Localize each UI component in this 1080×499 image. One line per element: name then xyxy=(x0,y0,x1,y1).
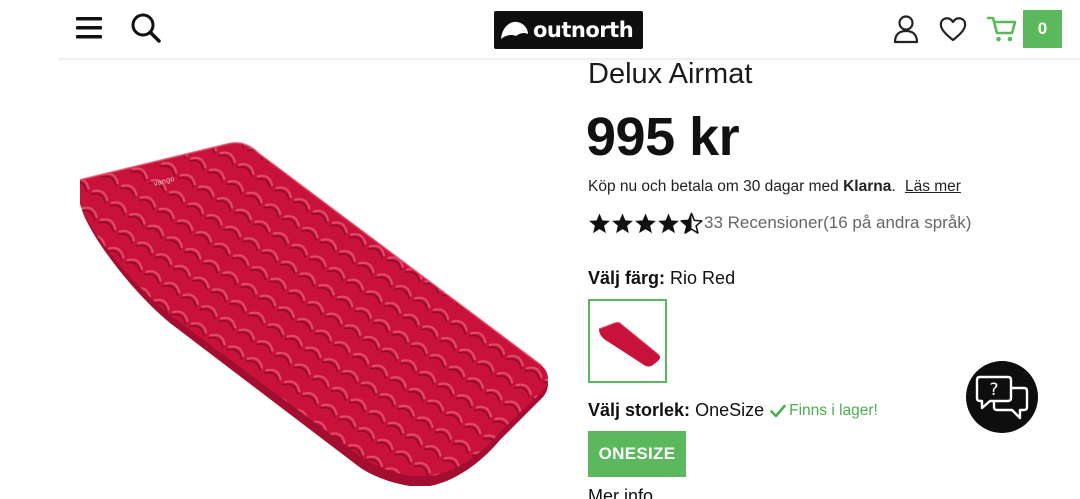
reviews-other-languages[interactable]: (16 på andra språk) xyxy=(823,213,971,233)
more-info-heading[interactable]: Mer info xyxy=(588,486,653,499)
cart-count-badge[interactable]: 0 xyxy=(1023,10,1062,48)
swatch-thumbnail xyxy=(598,322,660,367)
color-label-title: Välj färg: xyxy=(588,268,666,288)
rating-stars xyxy=(588,212,703,235)
product-rating[interactable]: 33 Recensioner (16 på andra språk) xyxy=(588,210,971,236)
star-full-icon xyxy=(635,212,656,233)
product-price: 995 kr xyxy=(586,107,740,167)
stock-text: Finns i lager! xyxy=(789,401,878,419)
star-full-icon xyxy=(658,212,679,233)
klarna-brand: Klarna xyxy=(843,178,892,195)
svg-text:?: ? xyxy=(989,380,998,400)
read-more-link[interactable]: Läs mer xyxy=(905,178,961,195)
size-selector-label: Välj storlek: OneSize Finns i lager! xyxy=(588,400,878,421)
star-half-icon xyxy=(680,212,703,234)
logo-mark-icon xyxy=(501,21,528,39)
chat-help-icon[interactable]: ? xyxy=(966,361,1038,433)
color-selector-label: Välj färg: Rio Red xyxy=(588,268,735,289)
klarna-punct: . xyxy=(891,178,896,195)
header-divider xyxy=(58,58,1080,62)
color-swatch-rio-red[interactable] xyxy=(588,299,667,383)
user-icon[interactable] xyxy=(892,14,920,44)
size-option-onesize-button[interactable]: ONESIZE xyxy=(588,431,686,477)
stock-status: Finns i lager! xyxy=(770,402,878,420)
klarna-payment-info: Köp nu och betala om 30 dagar med Klarna… xyxy=(588,178,961,196)
site-header: outnorth 0 xyxy=(0,0,1080,60)
search-icon[interactable] xyxy=(130,12,162,44)
checkmark-icon xyxy=(770,404,786,417)
klarna-text: Köp nu och betala om 30 dagar med xyxy=(588,178,839,195)
size-label-title: Välj storlek: xyxy=(588,400,691,420)
logo-text: outnorth xyxy=(533,18,634,42)
selected-size-value: OneSize xyxy=(695,400,765,420)
product-title: Delux Airmat xyxy=(588,58,753,90)
cart-icon[interactable] xyxy=(986,14,1018,44)
heart-icon[interactable] xyxy=(938,15,968,43)
outnorth-logo[interactable]: outnorth xyxy=(494,11,643,49)
selected-color-value: Rio Red xyxy=(670,268,736,288)
reviews-count-link[interactable]: 33 Recensioner xyxy=(704,213,823,233)
product-image[interactable]: vango xyxy=(70,140,560,495)
star-full-icon xyxy=(589,212,610,233)
star-full-icon xyxy=(612,212,633,233)
hamburger-menu-icon[interactable] xyxy=(76,15,102,41)
